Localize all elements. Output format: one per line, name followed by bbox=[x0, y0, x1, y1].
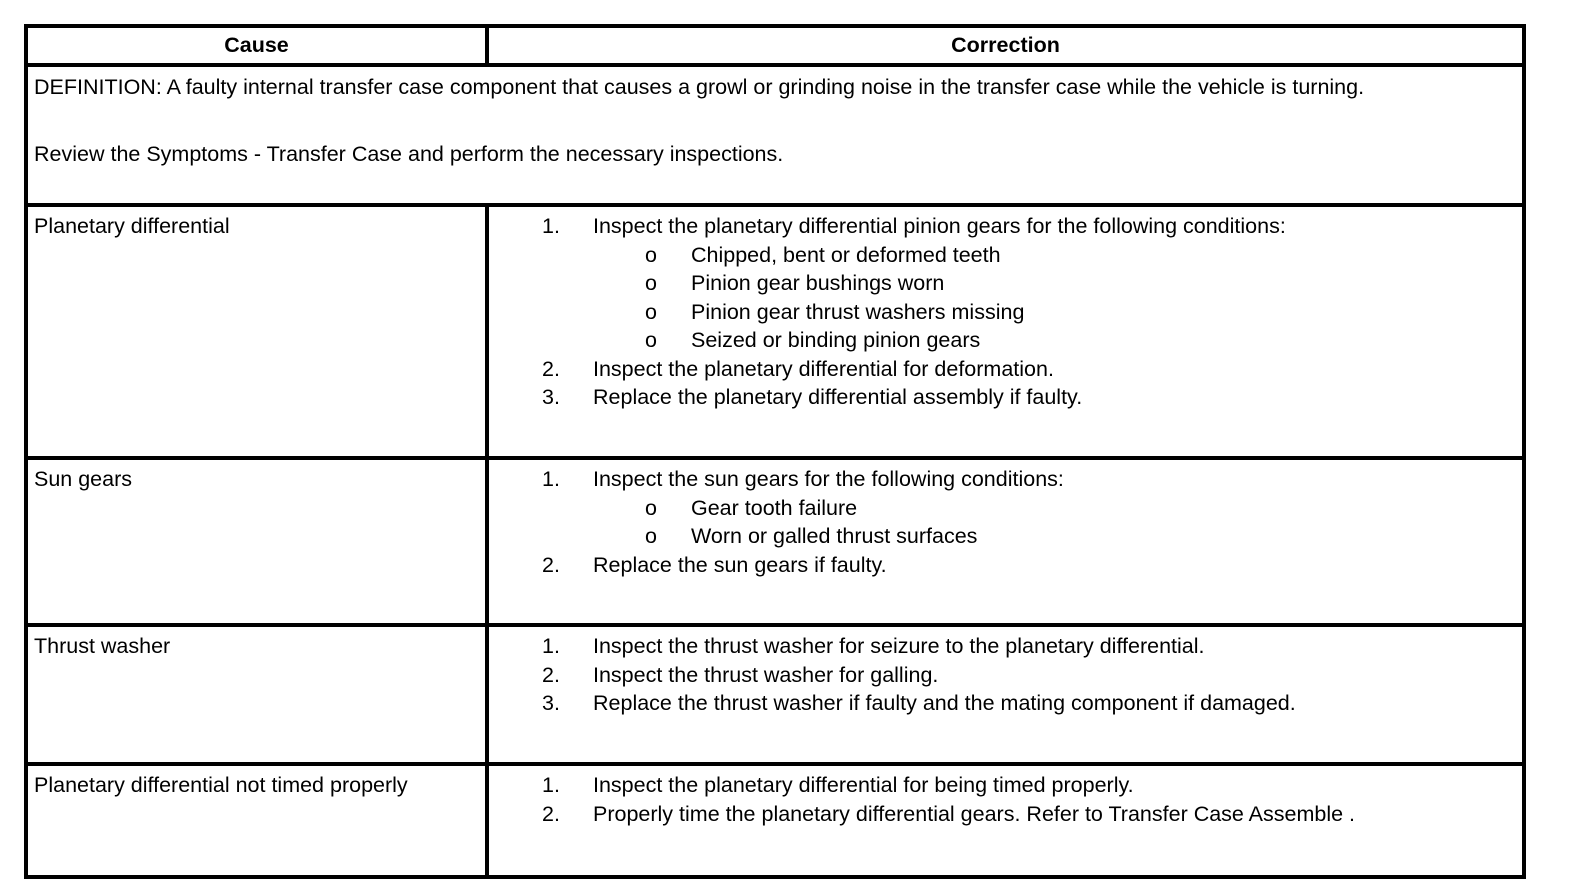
bullet-icon: o bbox=[645, 271, 657, 295]
correction-cell: 1. Inspect the thrust washer for seizure… bbox=[485, 623, 1526, 766]
step-text: Inspect the sun gears for the following … bbox=[593, 467, 1064, 491]
definition-spacer bbox=[34, 102, 1516, 140]
condition-text: Gear tooth failure bbox=[691, 495, 858, 520]
correction-step: 1. Inspect the planetary differential pi… bbox=[489, 212, 1522, 355]
step-number: 2. bbox=[542, 801, 560, 826]
condition-item: o Pinion gear bushings worn bbox=[489, 269, 1522, 298]
correction-steps: 1. Inspect the sun gears for the followi… bbox=[489, 465, 1522, 579]
bullet-icon: o bbox=[645, 495, 657, 520]
step-number: 1. bbox=[542, 467, 560, 491]
table-row: Thrust washer 1. Inspect the thrust wash… bbox=[24, 623, 1526, 766]
correction-step: 1. Inspect the planetary differential fo… bbox=[489, 771, 1522, 800]
condition-list: o Gear tooth failure o Worn or galled th… bbox=[593, 494, 1522, 551]
correction-step: 2. Inspect the thrust washer for galling… bbox=[489, 661, 1522, 690]
bullet-icon: o bbox=[645, 328, 657, 352]
definition-text: DEFINITION: A faulty internal transfer c… bbox=[34, 75, 1365, 99]
cause-cell: Planetary differential bbox=[24, 203, 489, 460]
review-symptoms-text: Review the Symptoms - Transfer Case and … bbox=[34, 141, 784, 166]
correction-cell: 1. Inspect the sun gears for the followi… bbox=[485, 456, 1526, 627]
condition-item: o Pinion gear thrust washers missing bbox=[489, 298, 1522, 327]
correction-steps: 1. Inspect the thrust washer for seizure… bbox=[489, 632, 1522, 718]
definition-row: DEFINITION: A faulty internal transfer c… bbox=[24, 63, 1526, 207]
correction-step: 3. Replace the thrust washer if faulty a… bbox=[489, 689, 1522, 718]
step-text: Inspect the planetary differential for d… bbox=[593, 356, 1054, 381]
correction-column-header: Correction bbox=[485, 24, 1526, 67]
correction-step: 3. Replace the planetary differential as… bbox=[489, 383, 1522, 412]
cause-cell: Sun gears bbox=[24, 456, 489, 627]
definition-cell: DEFINITION: A faulty internal transfer c… bbox=[24, 63, 1526, 207]
step-text: Replace the sun gears if faulty. bbox=[593, 552, 887, 577]
correction-step: 2. Inspect the planetary differential fo… bbox=[489, 355, 1522, 384]
step-number: 2. bbox=[542, 552, 560, 577]
table-row: Sun gears 1. Inspect the sun gears for t… bbox=[24, 456, 1526, 627]
condition-text: Worn or galled thrust surfaces bbox=[691, 524, 978, 548]
table-header-row: Cause Correction bbox=[24, 24, 1526, 67]
condition-item: o Worn or galled thrust surfaces bbox=[489, 522, 1522, 551]
step-number: 3. bbox=[542, 691, 560, 715]
correction-steps: 1. Inspect the planetary differential pi… bbox=[489, 212, 1522, 412]
correction-step: 2. Properly time the planetary different… bbox=[489, 800, 1522, 829]
correction-cell: 1. Inspect the planetary differential pi… bbox=[485, 203, 1526, 460]
condition-text: Seized or binding pinion gears bbox=[691, 328, 981, 352]
correction-cell: 1. Inspect the planetary differential fo… bbox=[485, 762, 1526, 879]
condition-item: o Seized or binding pinion gears bbox=[489, 326, 1522, 355]
condition-text: Pinion gear bushings worn bbox=[691, 271, 945, 295]
step-text: Inspect the planetary differential pinio… bbox=[593, 214, 1286, 238]
step-number: 2. bbox=[542, 356, 560, 381]
bullet-icon: o bbox=[645, 299, 657, 324]
bullet-icon: o bbox=[645, 242, 657, 267]
step-number: 1. bbox=[542, 634, 560, 658]
cause-correction-table: Cause Correction DEFINITION: A faulty in… bbox=[24, 24, 1526, 879]
correction-steps: 1. Inspect the planetary differential fo… bbox=[489, 771, 1522, 828]
step-text: Replace the planetary differential assem… bbox=[593, 385, 1083, 409]
condition-list: o Chipped, bent or deformed teeth o Pini… bbox=[593, 241, 1522, 355]
step-number: 1. bbox=[542, 214, 560, 238]
step-number: 2. bbox=[542, 662, 560, 687]
condition-item: o Chipped, bent or deformed teeth bbox=[489, 241, 1522, 270]
correction-step: 1. Inspect the sun gears for the followi… bbox=[489, 465, 1522, 551]
step-text: Inspect the thrust washer for galling. bbox=[593, 662, 939, 687]
step-text: Properly time the planetary differential… bbox=[593, 801, 1356, 826]
condition-item: o Gear tooth failure bbox=[489, 494, 1522, 523]
step-text: Inspect the thrust washer for seizure to… bbox=[593, 634, 1205, 658]
table-row: Planetary differential 1. Inspect the pl… bbox=[24, 203, 1526, 460]
condition-text: Chipped, bent or deformed teeth bbox=[691, 242, 1001, 267]
cause-cell: Thrust washer bbox=[24, 623, 489, 766]
correction-step: 2. Replace the sun gears if faulty. bbox=[489, 551, 1522, 580]
cause-column-header: Cause bbox=[24, 24, 489, 67]
step-text: Inspect the planetary differential for b… bbox=[593, 773, 1134, 797]
step-text: Replace the thrust washer if faulty and … bbox=[593, 691, 1296, 715]
table-row: Planetary differential not timed properl… bbox=[24, 762, 1526, 879]
step-number: 1. bbox=[542, 773, 560, 797]
condition-text: Pinion gear thrust washers missing bbox=[691, 299, 1025, 324]
correction-step: 1. Inspect the thrust washer for seizure… bbox=[489, 632, 1522, 661]
cause-cell: Planetary differential not timed properl… bbox=[24, 762, 489, 879]
step-number: 3. bbox=[542, 385, 560, 409]
bullet-icon: o bbox=[645, 524, 657, 548]
